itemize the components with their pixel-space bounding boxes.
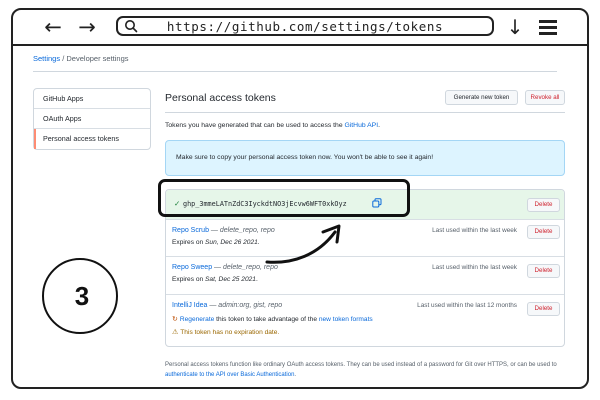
intro-text: Tokens you have generated that can be us… [165, 122, 380, 129]
divider [33, 71, 557, 72]
last-used-text: Last used within the last week [432, 264, 517, 271]
generate-token-button[interactable]: Generate new token [445, 90, 518, 105]
intro-prefix: Tokens you have generated that can be us… [165, 122, 345, 129]
token-name-link[interactable]: IntelliJ Idea [172, 302, 207, 309]
flash-message: Make sure to copy your personal access t… [176, 154, 434, 161]
sidebar-item-github-apps[interactable]: GitHub Apps [34, 89, 150, 109]
expiry-date: Sun, Dec 26 2021 [205, 239, 258, 246]
url-text: https://github.com/settings/tokens [166, 19, 444, 34]
token-name-line: Repo Scrub — delete_repo, repo [172, 227, 275, 234]
breadcrumb-separator: / [62, 54, 65, 63]
warning-icon: ⚠ [172, 328, 179, 336]
last-used-text: Last used within the last week [432, 227, 517, 234]
token-row: Repo Sweep — delete_repo, repo Expires o… [166, 257, 564, 295]
delete-button[interactable]: Delete [527, 264, 560, 278]
regenerate-notice: ↻ Regenerate this token to take advantage… [172, 315, 373, 323]
footnote-suffix: . [294, 372, 297, 378]
expiration-warning: ⚠ This token has no expiration date. [172, 328, 279, 336]
token-scopes: — admin:org, gist, repo [207, 302, 283, 309]
github-api-link[interactable]: GitHub API [344, 122, 378, 129]
expiry-prefix: Expires on [172, 276, 205, 283]
sync-icon: ↻ [172, 315, 178, 323]
sidebar-item-personal-access-tokens[interactable]: Personal access tokens [34, 129, 150, 149]
breadcrumb-settings-link[interactable]: Settings [33, 54, 60, 63]
expiry-suffix: . [257, 239, 260, 246]
delete-button[interactable]: Delete [527, 225, 560, 239]
delete-button[interactable]: Delete [527, 302, 560, 316]
sidebar-menu: GitHub Apps OAuth Apps Personal access t… [33, 88, 151, 150]
last-used-text: Last used within the last 12 months [417, 302, 517, 309]
token-name-link[interactable]: Repo Scrub [172, 227, 209, 234]
expiry-suffix: . [255, 276, 258, 283]
download-icon[interactable]: ↓ [505, 15, 525, 39]
regenerate-link[interactable]: Regenerate [180, 316, 214, 323]
breadcrumb-current: Developer settings [66, 54, 129, 63]
token-name-line: Repo Sweep — delete_repo, repo [172, 264, 278, 271]
token-name-link[interactable]: Repo Sweep [172, 264, 212, 271]
breadcrumb: Settings / Developer settings [33, 54, 129, 63]
token-row: Repo Scrub — delete_repo, repo Expires o… [166, 220, 564, 257]
expiry-date: Sat, Dec 25 2021 [205, 276, 256, 283]
tutorial-frame: ← → https://github.com/settings/tokens ↓… [11, 8, 589, 389]
footnote: Personal access tokens function like ord… [165, 360, 565, 380]
token-row: IntelliJ Idea — admin:org, gist, repo La… [166, 295, 564, 346]
divider [165, 112, 565, 113]
flash-notice: Make sure to copy your personal access t… [165, 140, 565, 176]
sidebar-item-oauth-apps[interactable]: OAuth Apps [34, 109, 150, 129]
footnote-text: Personal access tokens function like ord… [165, 362, 557, 368]
step-badge: 3 [42, 258, 118, 334]
token-name-line: IntelliJ Idea — admin:org, gist, repo [172, 302, 282, 309]
page-title: Personal access tokens [165, 92, 276, 104]
token-expiry: Expires on Sat, Dec 25 2021. [172, 276, 258, 283]
basic-auth-link[interactable]: authenticate to the API over Basic Authe… [165, 372, 294, 378]
token-expiry: Expires on Sun, Dec 26 2021. [172, 239, 260, 246]
intro-suffix: . [378, 122, 380, 129]
delete-button[interactable]: Delete [527, 198, 560, 212]
token-highlight-box [158, 179, 410, 217]
back-arrow-icon[interactable]: ← [41, 15, 65, 39]
browser-toolbar: ← → https://github.com/settings/tokens ↓ [13, 10, 587, 46]
warning-text: This token has no expiration date. [180, 329, 280, 336]
address-bar[interactable]: https://github.com/settings/tokens [116, 16, 494, 36]
forward-arrow-icon[interactable]: → [75, 15, 99, 39]
regenerate-text: this token to take advantage of the [214, 316, 319, 323]
pointer-arrow-icon [265, 224, 341, 264]
step-number: 3 [74, 281, 90, 311]
hamburger-menu-icon[interactable] [539, 20, 557, 35]
revoke-all-button[interactable]: Revoke all [525, 90, 565, 105]
expiry-prefix: Expires on [172, 239, 205, 246]
new-token-formats-link[interactable]: new token formats [319, 316, 373, 323]
